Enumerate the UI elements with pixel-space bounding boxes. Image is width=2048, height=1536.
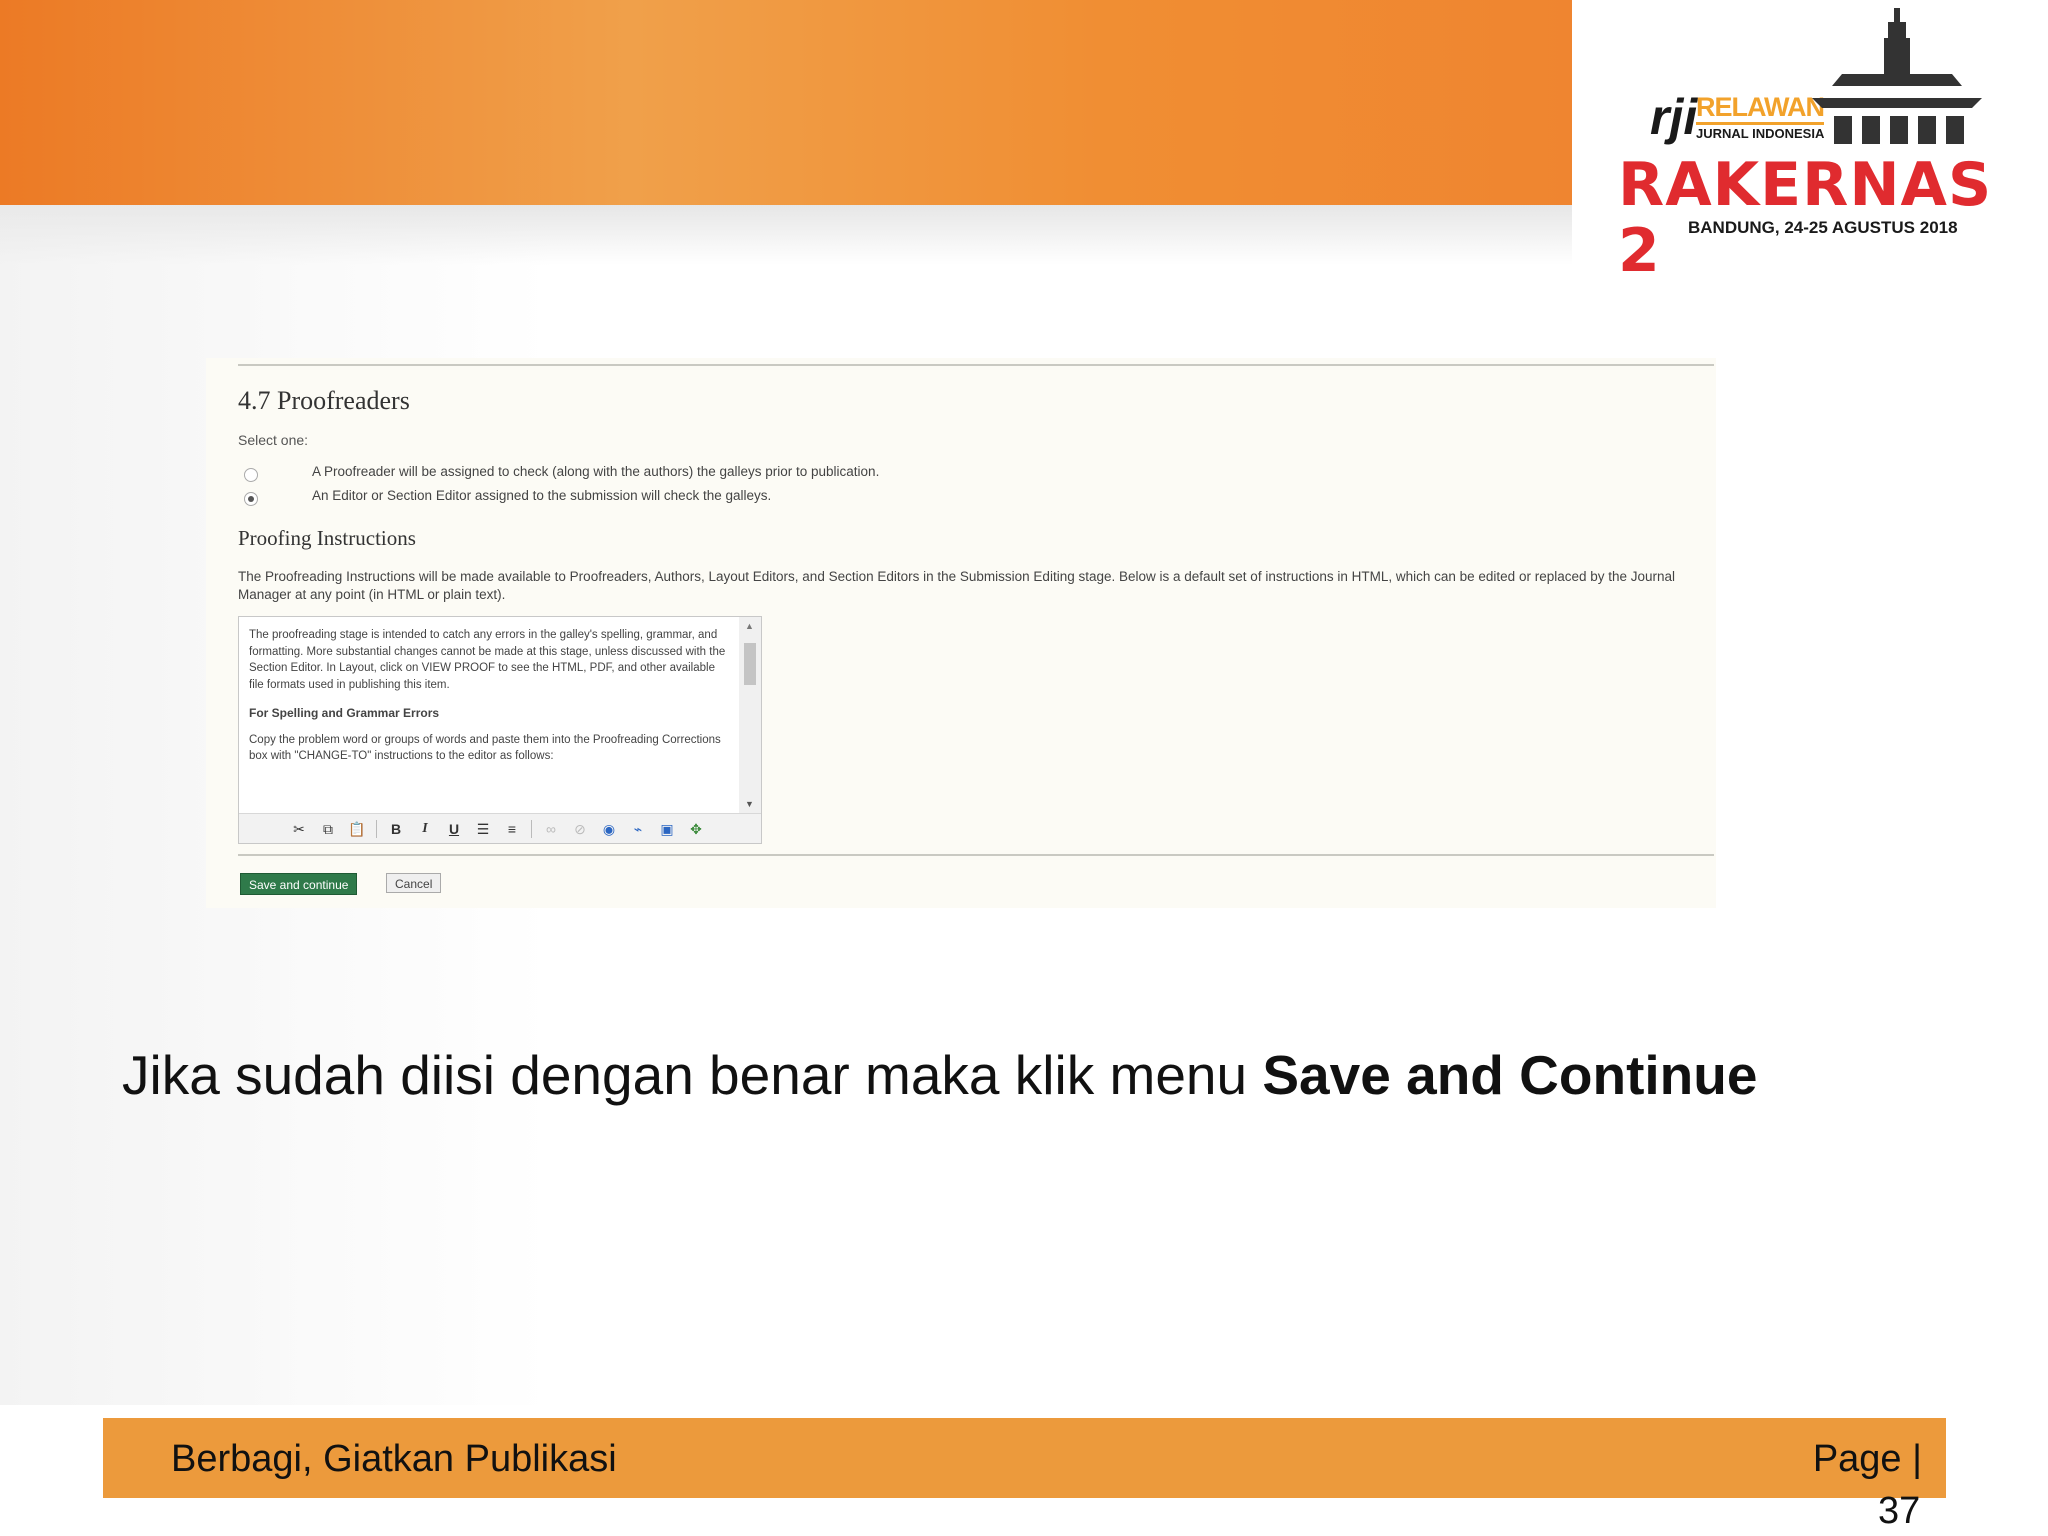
page-label: Page | [1812, 1438, 1922, 1480]
bullet-list-icon[interactable]: ☰ [473, 819, 493, 839]
proofreader-radio[interactable] [244, 468, 258, 482]
rji-mark: rji [1650, 89, 1698, 145]
underline-icon[interactable]: U [444, 819, 464, 839]
top-banner [0, 0, 1572, 265]
bold-icon[interactable]: B [386, 819, 406, 839]
toolbar-separator [531, 819, 532, 838]
editor-scrollbar[interactable]: ▲ ▼ [739, 617, 761, 813]
footer-bar: Berbagi, Giatkan Publikasi Page | [103, 1418, 1946, 1498]
editor-heading: For Spelling and Grammar Errors [249, 706, 440, 720]
editor-option-label: An Editor or Section Editor assigned to … [312, 488, 772, 503]
rakernas-subtitle: BANDUNG, 24-25 AGUSTUS 2018 [1688, 218, 1958, 237]
save-and-continue-button[interactable]: Save and continue [240, 873, 358, 895]
rji-jurnal-text: JURNAL INDONESIA [1696, 126, 1825, 141]
editor-paragraph: Copy the problem word or groups of words… [249, 733, 721, 763]
scroll-up-icon[interactable]: ▲ [745, 621, 754, 631]
divider [238, 364, 1714, 366]
form-screenshot: 4.7 Proofreaders Select one: A Proofread… [206, 358, 1716, 908]
rji-logo: rji RELAWAN JURNAL INDONESIA [1650, 88, 1828, 146]
proofreader-option-label: A Proofreader will be assigned to check … [312, 464, 880, 479]
italic-icon[interactable]: I [415, 819, 435, 839]
scroll-down-icon[interactable]: ▼ [745, 799, 754, 809]
page-number: 37 [1878, 1490, 1921, 1532]
unlink-icon[interactable]: ⊘ [570, 819, 590, 839]
editor-paragraph: The proofreading stage is intended to ca… [249, 629, 726, 691]
caption-text: Jika sudah diisi dengan benar maka klik … [122, 1044, 1263, 1106]
instructions-title: Proofing Instructions [238, 526, 416, 550]
rji-relawan-text: RELAWAN [1696, 92, 1825, 125]
help-icon[interactable]: ◉ [599, 819, 619, 839]
tower-icon [1812, 8, 1982, 144]
copy-icon[interactable]: ⧉ [318, 819, 338, 839]
instructions-editor[interactable]: The proofreading stage is intended to ca… [238, 616, 762, 844]
editor-radio[interactable] [244, 492, 258, 506]
link-icon[interactable]: ∞ [541, 819, 561, 839]
cut-icon[interactable]: ✂ [289, 819, 309, 839]
scroll-thumb[interactable] [744, 643, 756, 685]
paste-icon[interactable]: 📋 [347, 819, 367, 839]
editor-content[interactable]: The proofreading stage is intended to ca… [239, 617, 737, 813]
divider [238, 854, 1714, 856]
editor-toolbar: ✂ ⧉ 📋 B I U ☰ ≡ ∞ ⊘ ◉ ⌁ ▣ ✥ [239, 813, 761, 843]
toolbar-separator [376, 819, 377, 838]
select-one-label: Select one: [238, 432, 309, 448]
numbered-list-icon[interactable]: ≡ [502, 819, 522, 839]
fullscreen-icon[interactable]: ✥ [686, 819, 706, 839]
slide-caption: Jika sudah diisi dengan benar maka klik … [122, 1040, 1757, 1110]
section-title: 4.7 Proofreaders [238, 386, 410, 415]
image-icon[interactable]: ▣ [657, 819, 677, 839]
cancel-button[interactable]: Cancel [386, 873, 442, 893]
caption-bold: Save and Continue [1262, 1044, 1758, 1106]
event-logo: rji RELAWAN JURNAL INDONESIA RAKERNAS 2 … [1572, 0, 2048, 284]
html-icon[interactable]: ⌁ [628, 819, 648, 839]
footer-text: Berbagi, Giatkan Publikasi [171, 1438, 617, 1480]
instructions-description: The Proofreading Instructions will be ma… [238, 569, 1676, 602]
